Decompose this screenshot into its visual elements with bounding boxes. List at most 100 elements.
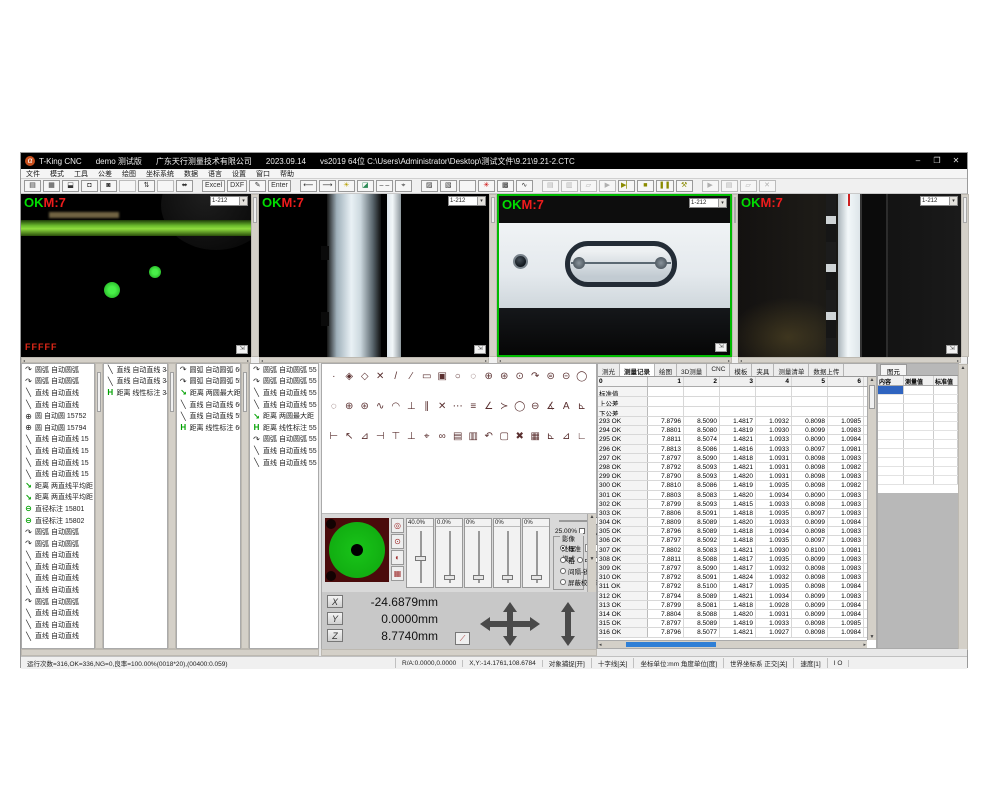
table-row[interactable]: 316 OK7.87968.50771.48211.09270.80981.09… (598, 628, 867, 637)
light-slider-2[interactable]: 0.0% (435, 518, 463, 588)
measure-tool-icon[interactable]: ↖ (342, 430, 358, 443)
table-row[interactable]: 294 OK7.88018.50801.48191.09300.80991.09… (598, 426, 867, 435)
run-to-end-button[interactable]: ▶▏ (618, 180, 635, 192)
capture-region-button[interactable]: ▧ (440, 180, 457, 192)
feature-item-ldim[interactable]: H距离 线性标注 55 (250, 422, 318, 434)
feature-item-line[interactable]: ╲直线 自动直线 (22, 561, 94, 573)
table-row[interactable]: 304 OK7.88098.50891.48201.09330.80991.09… (598, 518, 867, 527)
measure-tool-icon[interactable]: ⊜ (543, 370, 559, 383)
menu-item-帮助[interactable]: 帮助 (275, 169, 299, 179)
menu-item-窗口[interactable]: 窗口 (251, 169, 275, 179)
z-axis-button[interactable]: Z (327, 629, 343, 642)
menu-item-模式[interactable]: 模式 (45, 169, 69, 179)
report-pen-button[interactable]: ✎ (249, 180, 266, 192)
empty-cell[interactable] (878, 449, 904, 457)
measure-tool-icon[interactable]: · (326, 370, 342, 383)
ring-light-indicator[interactable] (325, 518, 389, 582)
table-row-标准值[interactable]: 标准值 (598, 387, 867, 397)
measure-tool-icon[interactable]: ✕ (373, 370, 389, 383)
feature-item-arc[interactable]: ↷圆弧 自动圆弧 66 (177, 364, 240, 376)
menu-item-数据[interactable]: 数据 (179, 169, 203, 179)
chevron-down-icon[interactable]: ▾ (718, 199, 726, 207)
table-row[interactable]: 308 OK7.88118.50881.48171.09350.80991.09… (598, 555, 867, 564)
empty-cell[interactable] (878, 422, 904, 430)
table-row[interactable]: 313 OK7.87998.50811.48181.09280.80991.09… (598, 601, 867, 610)
light-channel-button[interactable]: ▦ (391, 566, 404, 581)
pane-resize-icon[interactable]: ⇲ (236, 345, 248, 354)
measure-tool-icon[interactable]: ⋯ (450, 400, 466, 413)
elements-panel-scrollbar[interactable]: ▲ (958, 364, 968, 650)
pane-resize-icon[interactable]: ⇲ (474, 345, 486, 354)
measure-tool-icon[interactable]: ⊕ (342, 400, 358, 413)
menu-item-工具[interactable]: 工具 (69, 169, 93, 179)
light-channel-button[interactable]: ◎ (391, 518, 404, 533)
empty-cell[interactable] (904, 395, 934, 403)
x-axis-button[interactable]: X (327, 595, 343, 608)
pause-button[interactable]: ❚❚ (656, 180, 674, 192)
feature-item-line[interactable]: ╲直线 自动直线 34 (104, 364, 167, 376)
tab-elements[interactable]: 图元 (880, 364, 907, 375)
measure-tool-icon[interactable]: ⊤ (388, 430, 404, 443)
hatch-pattern-button[interactable]: ▨ (421, 180, 438, 192)
camera-pane-4[interactable]: OKM:71-212▾⇲ (738, 194, 961, 357)
pane-resize-icon[interactable]: ⇲ (946, 345, 958, 354)
feature-item-line[interactable]: ╲直线 自动直线 (22, 607, 94, 619)
stage-move-button[interactable]: ⬌ (176, 180, 193, 192)
elements-row[interactable] (878, 395, 958, 404)
measure-tool-icon[interactable]: ⊖ (528, 400, 544, 413)
camera-zoom-dropdown[interactable]: 1-212▾ (920, 196, 958, 206)
empty-cell[interactable] (878, 440, 904, 448)
feature-list-column-3[interactable]: ↷圆弧 自动圆弧 66↷圆弧 自动圆弧 55↘距离 两圆最大距╲直线 自动直线 … (176, 363, 241, 649)
table-row[interactable]: 315 OK7.87978.50891.48191.09330.80981.09… (598, 619, 867, 628)
measure-tool-icon[interactable]: ≻ (497, 400, 513, 413)
camera-pane-3-selected[interactable]: OKM:71-212▾⇲ (497, 194, 732, 357)
table-row[interactable]: 307 OK7.88028.50831.48211.09300.81001.09… (598, 546, 867, 555)
feature-item-arc[interactable]: ↷圆弧 自动圆弧 55 (177, 376, 240, 388)
empty-cell[interactable] (904, 458, 934, 466)
camera4-vscrollbar[interactable] (961, 194, 969, 357)
feature-item-line[interactable]: ╲直线 自动直线 15 (22, 445, 94, 457)
slider-thumb[interactable] (444, 575, 455, 580)
tab-测量清单[interactable]: 测量清单 (774, 364, 809, 376)
measure-tool-icon[interactable]: ∿ (373, 400, 389, 413)
empty-cell[interactable] (934, 431, 958, 439)
empty-cell[interactable] (904, 404, 934, 412)
empty-cell[interactable] (878, 476, 904, 484)
zoom-minus-minus-button[interactable]: ‒ ‒ (376, 180, 393, 192)
column-header-0[interactable]: 0 (598, 377, 648, 386)
table-row[interactable]: 302 OK7.87998.50931.48151.09330.80981.09… (598, 500, 867, 509)
slider-thumb[interactable] (415, 556, 426, 561)
measure-tool-icon[interactable]: ⊥ (404, 430, 420, 443)
feature-item-line[interactable]: ╲直线 自动直线 34 (104, 376, 167, 388)
table-row[interactable]: 295 OK7.88118.50741.48211.09330.80901.09… (598, 435, 867, 444)
light-bulb-button[interactable]: ☀ (338, 180, 355, 192)
results-vscrollbar[interactable]: ▲▼ (867, 377, 876, 640)
slider-thumb[interactable] (473, 575, 484, 580)
measure-tool-icon[interactable]: ⊛ (497, 370, 513, 383)
feature-item-ldim[interactable]: H距离 线性标注 66 (177, 422, 240, 434)
measurement-record-table[interactable]: 0123456标准值上公差下公差293 OK7.87968.50901.4817… (598, 377, 867, 640)
feature-item-line[interactable]: ╲直线 自动直线 15 (22, 434, 94, 446)
feature-item-line[interactable]: ╲直线 自动直线 55 (250, 399, 318, 411)
feature-list-column-4[interactable]: ↷圆弧 自动圆弧 55↷圆弧 自动圆弧 55╲直线 自动直线 55╲直线 自动直… (249, 363, 319, 649)
minimize-button[interactable]: – (910, 155, 926, 167)
elements-row[interactable] (878, 386, 958, 395)
table-row[interactable]: 297 OK7.87978.50901.48181.09310.80981.09… (598, 454, 867, 463)
feature-item-line[interactable]: ╲直线 自动直线 (22, 573, 94, 585)
table-row[interactable]: 305 OK7.87968.50891.48181.09340.80981.09… (598, 527, 867, 536)
measure-tool-icon[interactable]: ▭ (419, 370, 435, 383)
camera-zoom-dropdown[interactable]: 1-212▾ (689, 198, 727, 208)
empty-cell[interactable] (878, 404, 904, 412)
empty-cell[interactable] (934, 467, 958, 475)
measure-tool-icon[interactable]: ≡ (466, 400, 482, 413)
middle-panel-hscrollbar[interactable] (321, 649, 597, 656)
measure-tool-icon[interactable]: ◠ (388, 400, 404, 413)
measure-tool-icon[interactable]: ▤ (450, 430, 466, 443)
tab-夹具[interactable]: 夹具 (752, 364, 774, 376)
measure-tool-icon[interactable]: ◈ (342, 370, 358, 383)
menu-item-设置[interactable]: 设置 (227, 169, 251, 179)
table-row-上公差[interactable]: 上公差 (598, 397, 867, 407)
empty-cell[interactable] (934, 413, 958, 421)
empty-cell[interactable] (904, 413, 934, 421)
table-row[interactable]: 306 OK7.87978.50921.48181.09350.80971.09… (598, 536, 867, 545)
